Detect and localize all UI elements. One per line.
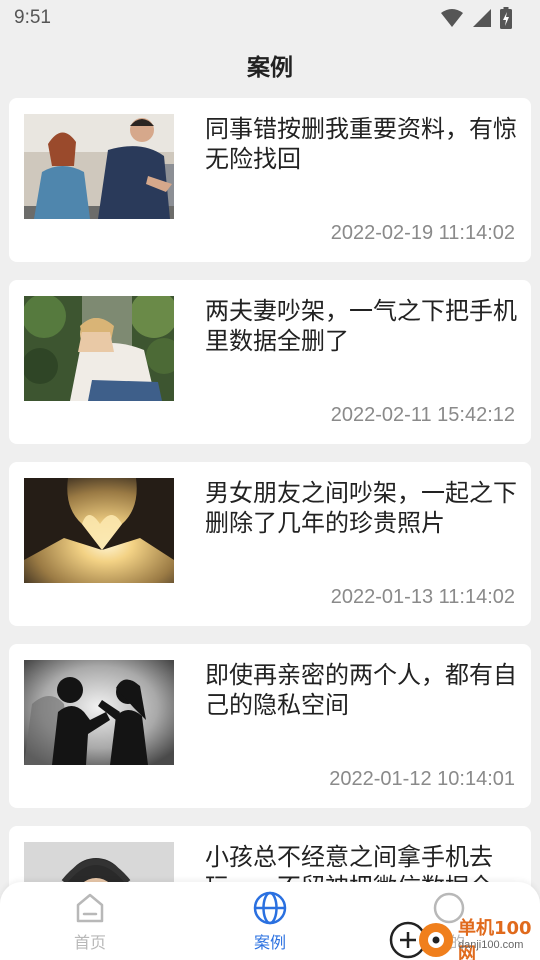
header: 案例: [0, 38, 540, 92]
case-date: 2022-01-13 11:14:02: [330, 586, 515, 608]
home-icon: [76, 893, 104, 923]
watermark-emblem-icon: [389, 921, 453, 959]
wifi-icon: [441, 9, 463, 27]
watermark-url: danji100.com: [458, 939, 524, 951]
case-list[interactable]: 同事错按删我重要资料，有惊无险找回 2022-02-19 11:14:02 两夫…: [9, 98, 531, 898]
nav-label-cases: 案例: [253, 933, 286, 952]
case-card[interactable]: 即使再亲密的两个人，都有自己的隐私空间 2022-01-12 10:14:01: [9, 644, 531, 808]
case-thumbnail-upset-woman: [24, 296, 174, 401]
nav-item-home[interactable]: 首页: [50, 890, 130, 956]
cell-signal-icon: [473, 9, 491, 27]
case-card[interactable]: 男女朋友之间吵架，一起之下删除了几年的珍贵照片 2022-01-13 11:14…: [9, 462, 531, 626]
case-title: 两夫妻吵架，一气之下把手机里数据全删了: [205, 297, 517, 355]
nav-label-home: 首页: [73, 933, 106, 952]
battery-charging-icon: [500, 7, 512, 29]
globe-icon: [253, 891, 287, 925]
case-date: 2022-01-12 10:14:01: [329, 768, 515, 790]
status-bar: 9:51: [0, 0, 540, 36]
case-thumbnail-heart-hands: [24, 478, 174, 583]
watermark-name: 单机100网: [458, 918, 532, 960]
watermark-logo: 单机100网 danji100.com: [384, 914, 540, 960]
case-card[interactable]: 两夫妻吵架，一气之下把手机里数据全删了 2022-02-11 15:42:12: [9, 280, 531, 444]
case-card[interactable]: 同事错按删我重要资料，有惊无险找回 2022-02-19 11:14:02: [9, 98, 531, 262]
case-title: 同事错按删我重要资料，有惊无险找回: [205, 115, 517, 173]
status-icons: [440, 7, 512, 29]
status-time: 9:51: [14, 7, 51, 28]
page-title: 案例: [247, 55, 293, 81]
case-date: 2022-02-11 15:42:12: [330, 404, 515, 426]
case-thumbnail-arguing-silhouettes: [24, 660, 174, 765]
case-date: 2022-02-19 11:14:02: [330, 222, 515, 244]
case-title: 男女朋友之间吵架，一起之下删除了几年的珍贵照片: [205, 479, 517, 537]
nav-item-cases[interactable]: 案例: [230, 890, 310, 956]
case-thumbnail-office-couple: [24, 114, 174, 219]
case-title: 即使再亲密的两个人，都有自己的隐私空间: [205, 661, 517, 719]
